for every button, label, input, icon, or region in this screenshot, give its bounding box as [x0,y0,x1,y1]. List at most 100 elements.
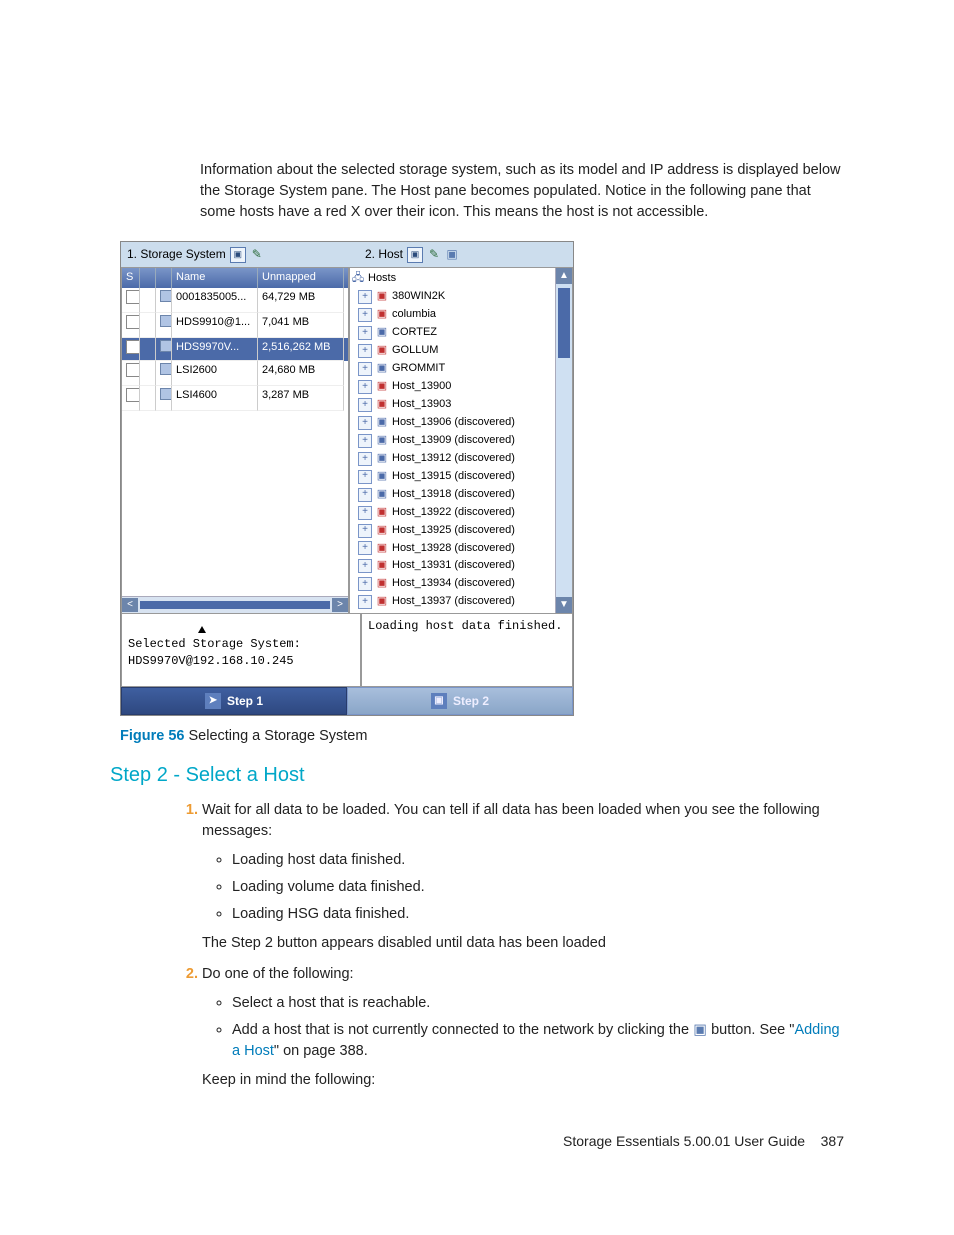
host-item[interactable]: +▣380WIN2K [352,288,553,306]
row-checkbox[interactable] [126,388,140,402]
hosts-root-label: Hosts [368,271,396,287]
drive-icon [160,290,172,302]
numbered-step-2: Do one of the following: Select a host t… [202,964,844,1091]
expand-icon[interactable]: + [358,470,372,484]
row-unmapped: 7,041 MB [258,313,344,338]
step2-icon: ▣ [431,693,447,709]
host-item[interactable]: +▣Host_13931 (discovered) [352,557,553,575]
tree-root[interactable]: 🖧 Hosts [352,270,553,288]
expand-icon[interactable]: + [358,434,372,448]
bullet: Add a host that is not currently connect… [232,1020,844,1062]
host-label: Host_13937 (discovered) [392,594,515,610]
host-label: Host_13909 (discovered) [392,433,515,449]
footer-page: 387 [821,1133,844,1149]
host-icon: ▣ [376,471,388,483]
host-item[interactable]: +▣columbia [352,306,553,324]
row-unmapped: 64,729 MB [258,288,344,313]
h-scrollbar[interactable]: < > [122,596,348,613]
host-item[interactable]: +▣GOLLUM [352,342,553,360]
step1-text: Wait for all data to be loaded. You can … [202,802,820,839]
expand-icon[interactable]: + [358,380,372,394]
storage-row[interactable]: HDS9970V...2,516,262 MB [122,338,348,361]
step2-button: ▣ Step 2 [347,687,573,715]
scroll-up-icon[interactable]: ▲ [556,268,572,284]
step2-b2-post: button. See " [711,1022,794,1038]
storage-row[interactable]: HDS9910@1...7,041 MB [122,313,348,338]
figure-label: Figure 56 [120,728,184,744]
host-item[interactable]: +▣Host_13906 (discovered) [352,414,553,432]
v-scrollbar[interactable]: ▲ ▼ [555,268,572,613]
host-item[interactable]: + ▣ Host_13922 (discovered) [352,504,553,522]
storage-row[interactable]: 0001835005...64,729 MB [122,288,348,313]
drive-icon [160,340,172,352]
host-item[interactable]: +▣Host_13928 (discovered) [352,540,553,558]
scroll-left-icon[interactable]: < [122,598,138,612]
expand-icon[interactable]: + [358,488,372,502]
row-checkbox[interactable] [126,340,140,354]
expand-icon[interactable]: + [358,362,372,376]
host-item[interactable]: +▣Host_13903 [352,396,553,414]
edit-icon[interactable]: ✎ [250,248,264,262]
expand-icon[interactable]: + [358,344,372,358]
expand-icon[interactable]: + [358,398,372,412]
status-right-text: Loading host data finished. [368,619,562,633]
row-name: HDS9910@1... [172,313,258,338]
expand-icon[interactable]: + [358,577,372,591]
storage-pane: S Name Unmapped 0001835005...64,729 MBHD… [121,267,349,614]
drive-icon [160,388,172,400]
row-checkbox[interactable] [126,315,140,329]
step2-outro: Keep in mind the following: [202,1072,375,1088]
col-unmapped[interactable]: Unmapped [258,268,344,288]
expand-icon[interactable]: + [358,506,372,520]
status-left-line1: Selected Storage System: [128,637,301,651]
step1-button[interactable]: ➤ Step 1 [121,687,347,715]
host-item[interactable]: +▣Host_13934 (discovered) [352,575,553,593]
step1-icon: ➤ [205,693,221,709]
host-label: 380WIN2K [392,289,445,305]
host-item[interactable]: +▣Host_13909 (discovered) [352,432,553,450]
add-host-icon[interactable]: ▣ [445,248,459,262]
app-screenshot: 1. Storage System ▣ ✎ 2. Host ▣ ✎ ▣ S Na… [120,241,574,716]
expand-icon[interactable]: + [358,308,372,322]
host-label: GROMMIT [392,361,445,377]
filter-icon[interactable]: ▣ [230,247,246,263]
figure-caption: Figure 56 Selecting a Storage System [120,726,844,747]
expand-icon[interactable]: + [358,416,372,430]
host-label: Host_13925 (discovered) [392,523,515,539]
row-checkbox[interactable] [126,290,140,304]
storage-row[interactable]: LSI46003,287 MB [122,386,348,411]
filter-icon-2[interactable]: ▣ [407,247,423,263]
host-item[interactable]: +▣Host_13900 [352,378,553,396]
storage-table-header: S Name Unmapped [122,268,348,288]
host-label: Host_13922 (discovered) [392,505,515,521]
host-item[interactable]: +▣CORTEZ [352,324,553,342]
scroll-right-icon[interactable]: > [332,598,348,612]
host-icon: ▣ [376,507,388,519]
host-item[interactable]: +▣Host_13925 (discovered) [352,522,553,540]
bullet: Loading volume data finished. [232,877,844,898]
expand-icon[interactable]: + [358,541,372,555]
row-checkbox[interactable] [126,363,140,377]
host-item[interactable]: +▣Host_13918 (discovered) [352,486,553,504]
expand-icon[interactable]: + [358,559,372,573]
host-item[interactable]: + ▣ Host_13915 (discovered) [352,468,553,486]
expand-icon[interactable]: + [358,290,372,304]
col-name[interactable]: Name [172,268,258,288]
expand-icon[interactable]: + [358,524,372,538]
host-label: Host_13931 (discovered) [392,558,515,574]
row-unmapped: 2,516,262 MB [258,338,344,361]
storage-row[interactable]: LSI260024,680 MB [122,361,348,386]
pane1-title: 1. Storage System [127,246,226,263]
expand-icon[interactable]: + [358,452,372,466]
expand-icon[interactable]: + [358,326,372,340]
step2-label: Step 2 [453,693,489,710]
host-item[interactable]: +▣Host_13912 (discovered) [352,450,553,468]
expand-icon[interactable]: + [358,595,372,609]
host-item[interactable]: +▣GROMMIT [352,360,553,378]
host-item[interactable]: +▣Host_13937 (discovered) [352,593,553,611]
edit-icon-2[interactable]: ✎ [427,248,441,262]
col-s[interactable]: S [122,268,140,288]
scroll-down-icon[interactable]: ▼ [556,597,572,613]
host-label: Host_13915 (discovered) [392,469,515,485]
drive-icon [160,363,172,375]
